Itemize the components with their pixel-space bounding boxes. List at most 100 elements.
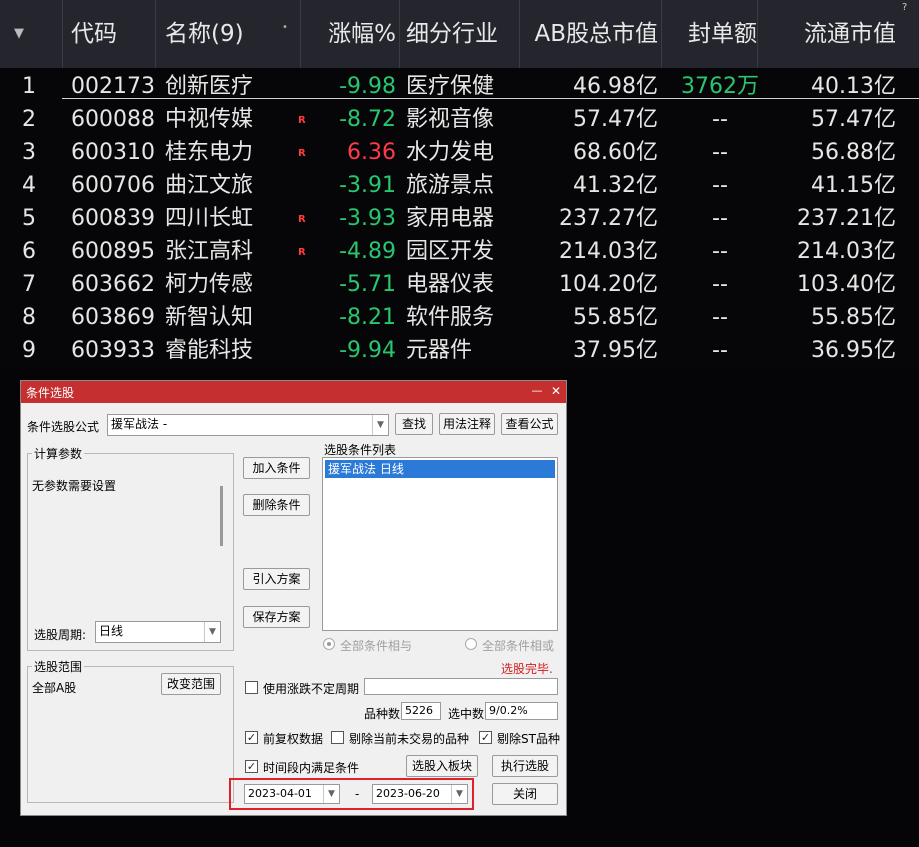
import-scheme-button[interactable]: 引入方案 <box>243 568 310 590</box>
header-seal-amount[interactable]: 封单额 <box>688 0 757 68</box>
row-name: 四川长虹 <box>165 206 254 231</box>
count-label: 品种数 <box>364 707 401 721</box>
add-condition-button[interactable]: 加入条件 <box>243 457 310 479</box>
run-selection-button[interactable]: 执行选股 <box>492 755 558 777</box>
row-code: 603662 <box>71 272 155 297</box>
row-index: 7 <box>22 272 36 297</box>
row-total-mv: 104.20亿 <box>559 272 658 297</box>
column-divider <box>62 0 63 68</box>
row-total-mv: 237.27亿 <box>559 206 658 231</box>
row-seal-amount: -- <box>712 338 728 363</box>
row-float-mv: 57.47亿 <box>811 107 896 132</box>
formula-select-value: 援军战法 - <box>111 417 168 431</box>
table-row[interactable]: 3 600310 桂东电力 R 6.36 水力发电 68.60亿 -- 56.88亿 <box>0 136 919 169</box>
column-divider <box>661 0 662 68</box>
row-seal-amount: -- <box>712 140 728 165</box>
row-float-mv: 36.95亿 <box>811 338 896 363</box>
column-menu-icon[interactable]: ▼ <box>14 0 24 68</box>
use-period-checkbox[interactable] <box>245 681 258 694</box>
row-name: 张江高科 <box>165 239 254 264</box>
row-change: -9.94 <box>339 338 396 363</box>
period-select[interactable]: 日线 ▼ <box>95 621 221 643</box>
use-period-label: 使用涨跌不定周期 <box>263 682 360 696</box>
close-button[interactable]: 关闭 <box>492 783 558 805</box>
row-industry: 影视音像 <box>406 107 495 132</box>
chevron-down-icon[interactable]: ▼ <box>372 415 388 435</box>
column-divider <box>155 0 156 68</box>
row-seal-amount: -- <box>712 173 728 198</box>
row-code: 600088 <box>71 107 155 132</box>
row-index: 3 <box>22 140 36 165</box>
table-row[interactable]: 2 600088 中视传媒 R -8.72 影视音像 57.47亿 -- 57.47亿 <box>0 103 919 136</box>
chevron-down-icon[interactable]: ▼ <box>204 622 220 642</box>
header-name[interactable]: 名称(9) <box>165 0 244 68</box>
help-icon[interactable]: ? <box>902 0 907 68</box>
usage-notes-button[interactable]: 用法注释 <box>439 413 495 435</box>
row-change: 6.36 <box>347 140 396 165</box>
row-industry: 元器件 <box>406 338 473 363</box>
row-index: 6 <box>22 239 36 264</box>
radio-and-label: 全部条件相与 <box>340 639 413 653</box>
formula-label: 条件选股公式 <box>27 420 100 434</box>
row-total-mv: 41.32亿 <box>573 173 658 198</box>
time-range-checkbox[interactable]: ✓ <box>245 760 258 773</box>
close-icon[interactable]: ✕ <box>547 382 565 400</box>
row-change: -8.72 <box>339 107 396 132</box>
condition-list-item[interactable]: 援军战法 日线 <box>325 460 555 478</box>
table-row[interactable]: 8 603869 新智认知 -8.21 软件服务 55.85亿 -- 55.85亿 <box>0 301 919 334</box>
formula-select[interactable]: 援军战法 - ▼ <box>107 414 389 436</box>
header-total-mv[interactable]: AB股总市值 <box>520 0 658 68</box>
table-row[interactable]: 5 600839 四川长虹 R -3.93 家用电器 237.27亿 -- 237.21亿 <box>0 202 919 235</box>
column-divider <box>519 0 520 68</box>
row-industry: 园区开发 <box>406 239 495 264</box>
find-button[interactable]: 查找 <box>395 413 433 435</box>
row-industry: 家用电器 <box>406 206 495 231</box>
row-index: 2 <box>22 107 36 132</box>
row-name: 曲江文旅 <box>165 173 254 198</box>
header-change[interactable]: 涨幅% <box>300 0 396 68</box>
condition-list[interactable]: 援军战法 日线 <box>322 457 558 631</box>
header-code[interactable]: 代码 <box>71 0 117 68</box>
params-scrollbar[interactable] <box>220 486 223 546</box>
dialog-title: 条件选股 <box>26 386 75 400</box>
range-value: 全部A股 <box>32 681 77 695</box>
exclude-untraded-checkbox[interactable] <box>331 731 344 744</box>
row-float-mv: 237.21亿 <box>797 206 896 231</box>
row-code: 603933 <box>71 338 155 363</box>
condition-list-title: 选股条件列表 <box>324 443 397 457</box>
exclude-st-label: 剔除ST品种 <box>497 732 560 746</box>
row-index: 1 <box>22 74 36 99</box>
view-formula-button[interactable]: 查看公式 <box>501 413 558 435</box>
radio-and[interactable] <box>323 638 335 650</box>
row-float-mv: 103.40亿 <box>797 272 896 297</box>
row-code: 600895 <box>71 239 155 264</box>
delete-condition-button[interactable]: 删除条件 <box>243 494 310 516</box>
radio-or[interactable] <box>465 638 477 650</box>
row-name: 睿能科技 <box>165 338 254 363</box>
add-to-block-button[interactable]: 选股入板块 <box>406 755 478 777</box>
period-label: 选股周期: <box>34 628 87 642</box>
table-row[interactable]: 7 603662 柯力传感 -5.71 电器仪表 104.20亿 -- 103.40亿 <box>0 268 919 301</box>
period-select-value: 日线 <box>99 624 124 638</box>
time-range-label: 时间段内满足条件 <box>263 761 360 775</box>
no-params-text: 无参数需要设置 <box>32 479 117 493</box>
table-row[interactable]: 4 600706 曲江文旅 -3.91 旅游景点 41.32亿 -- 41.15亿 <box>0 169 919 202</box>
dialog-titlebar[interactable]: 条件选股 — ✕ <box>21 381 566 403</box>
exclude-st-checkbox[interactable]: ✓ <box>479 731 492 744</box>
column-divider <box>757 0 758 68</box>
sort-indicator-icon: • <box>282 22 288 33</box>
row-code: 600310 <box>71 140 155 165</box>
fq-checkbox[interactable]: ✓ <box>245 731 258 744</box>
header-industry[interactable]: 细分行业 <box>406 0 498 68</box>
selected-value: 9/0.2% <box>485 702 558 720</box>
table-row[interactable]: 6 600895 张江高科 R -4.89 园区开发 214.03亿 -- 214.03亿 <box>0 235 919 268</box>
minimize-button[interactable]: — <box>528 382 546 400</box>
header-float-mv[interactable]: 流通市值 <box>760 0 896 68</box>
table-header: ▼ 代码 名称(9) • 涨幅% 细分行业 AB股总市值 封单额 流通市值 ? <box>0 0 919 68</box>
change-range-button[interactable]: 改变范围 <box>161 673 221 695</box>
period-input[interactable] <box>364 678 558 695</box>
table-row[interactable]: 9 603933 睿能科技 -9.94 元器件 37.95亿 -- 36.95亿 <box>0 334 919 367</box>
count-value: 5226 <box>401 702 441 720</box>
row-industry: 电器仪表 <box>406 272 495 297</box>
save-scheme-button[interactable]: 保存方案 <box>243 606 310 628</box>
